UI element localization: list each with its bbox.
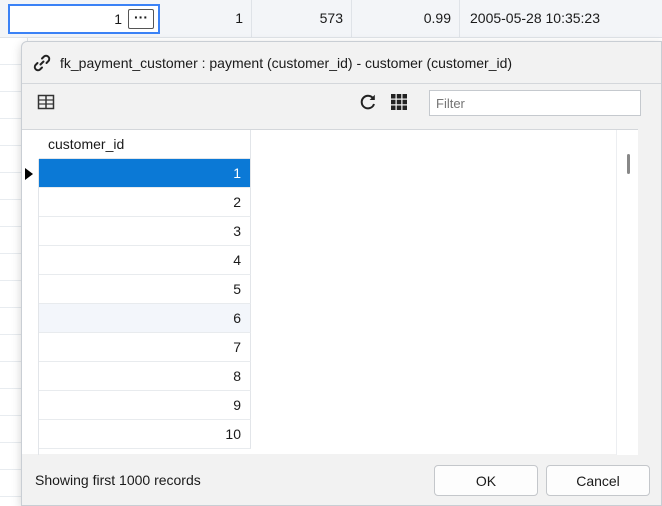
table-row[interactable]: 4 — [39, 246, 251, 275]
row-indicator-gutter — [22, 159, 39, 455]
table-row[interactable]: 1 — [39, 159, 251, 188]
column-header-customer-id[interactable]: customer_id — [39, 130, 251, 159]
status-text: Showing first 1000 records — [35, 472, 201, 488]
table-row[interactable]: 2 — [39, 188, 251, 217]
table-row[interactable]: 9 — [39, 391, 251, 420]
current-row-indicator-icon — [25, 168, 33, 180]
background-grid-row: 1 ··· 1 573 0.99 2005-05-28 10:35:23 — [0, 0, 662, 38]
dialog-title-bar: fk_payment_customer : payment (customer_… — [22, 42, 661, 84]
scrollbar-thumb[interactable] — [627, 154, 630, 174]
grid-rows: 1 2 3 4 5 6 7 8 9 10 — [39, 159, 251, 449]
grid-cell[interactable]: 0.99 — [352, 0, 460, 37]
refresh-icon[interactable] — [359, 93, 377, 111]
vertical-scrollbar[interactable] — [616, 130, 638, 455]
customer-id-edit-cell[interactable]: 1 ··· — [8, 4, 160, 34]
table-row[interactable]: 3 — [39, 217, 251, 246]
grid-view-icon[interactable] — [390, 93, 408, 111]
table-row[interactable]: 10 — [39, 420, 251, 449]
edit-cell-value: 1 — [114, 11, 122, 27]
dialog-title: fk_payment_customer : payment (customer_… — [60, 54, 513, 71]
grid-cell[interactable]: 2005-05-28 10:35:23 — [460, 0, 662, 37]
table-row[interactable]: 8 — [39, 362, 251, 391]
ellipsis-button[interactable]: ··· — [128, 9, 154, 29]
ok-button[interactable]: OK — [434, 465, 538, 496]
grid-cell[interactable]: 573 — [252, 0, 352, 37]
table-row[interactable]: 5 — [39, 275, 251, 304]
cancel-button[interactable]: Cancel — [546, 465, 650, 496]
form-view-icon[interactable] — [37, 93, 55, 111]
grid-cell[interactable]: 1 — [162, 0, 252, 37]
lookup-grid: customer_id 1 2 3 4 5 6 7 8 9 10 — [22, 129, 638, 455]
table-row[interactable]: 7 — [39, 333, 251, 362]
dialog-toolbar — [22, 85, 661, 122]
foreign-key-lookup-dialog: fk_payment_customer : payment (customer_… — [21, 41, 662, 506]
table-row[interactable]: 6 — [39, 304, 251, 333]
filter-input[interactable] — [429, 90, 641, 116]
link-icon — [33, 54, 51, 71]
